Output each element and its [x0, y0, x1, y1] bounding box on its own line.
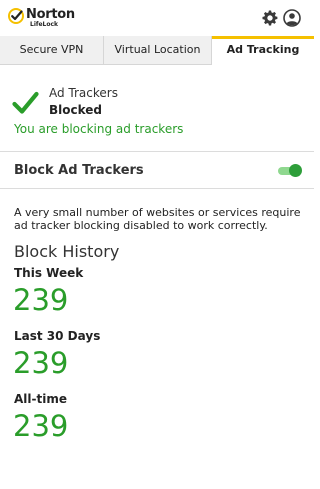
status-message: You are blocking ad trackers	[14, 122, 184, 136]
period-value-all-time: 239	[13, 409, 69, 443]
period-value-last-30-days: 239	[13, 346, 69, 380]
tab-bar: Secure VPN Virtual Location Ad Tracking	[0, 36, 314, 65]
period-label-this-week: This Week	[14, 266, 84, 280]
brand-sub: LifeLock	[30, 21, 59, 28]
block-ad-trackers-label: Block Ad Trackers	[14, 163, 144, 178]
divider	[0, 188, 314, 189]
tab-virtual-location[interactable]: Virtual Location	[104, 36, 212, 64]
tab-ad-tracking[interactable]: Ad Tracking	[212, 36, 314, 65]
tab-secure-vpn[interactable]: Secure VPN	[0, 36, 104, 64]
period-label-all-time: All-time	[14, 392, 67, 406]
compatibility-note: A very small number of websites or servi…	[14, 206, 301, 232]
period-label-last-30-days: Last 30 Days	[14, 329, 101, 343]
app-header: Norton LifeLock	[0, 0, 314, 36]
toggle-knob	[289, 164, 302, 177]
norton-logo: Norton LifeLock	[8, 7, 78, 31]
block-ad-trackers-toggle[interactable]	[276, 164, 302, 178]
gear-icon[interactable]	[262, 10, 278, 26]
status-state: Blocked	[49, 103, 103, 117]
status-title: Ad Trackers	[49, 86, 118, 100]
divider	[0, 151, 314, 152]
period-value-this-week: 239	[13, 283, 69, 317]
block-history-title: Block History	[14, 242, 120, 261]
brand-name: Norton	[26, 7, 75, 22]
checkmark-icon	[12, 91, 39, 114]
norton-checkmark-badge-icon	[8, 8, 24, 24]
account-icon[interactable]	[283, 9, 301, 27]
